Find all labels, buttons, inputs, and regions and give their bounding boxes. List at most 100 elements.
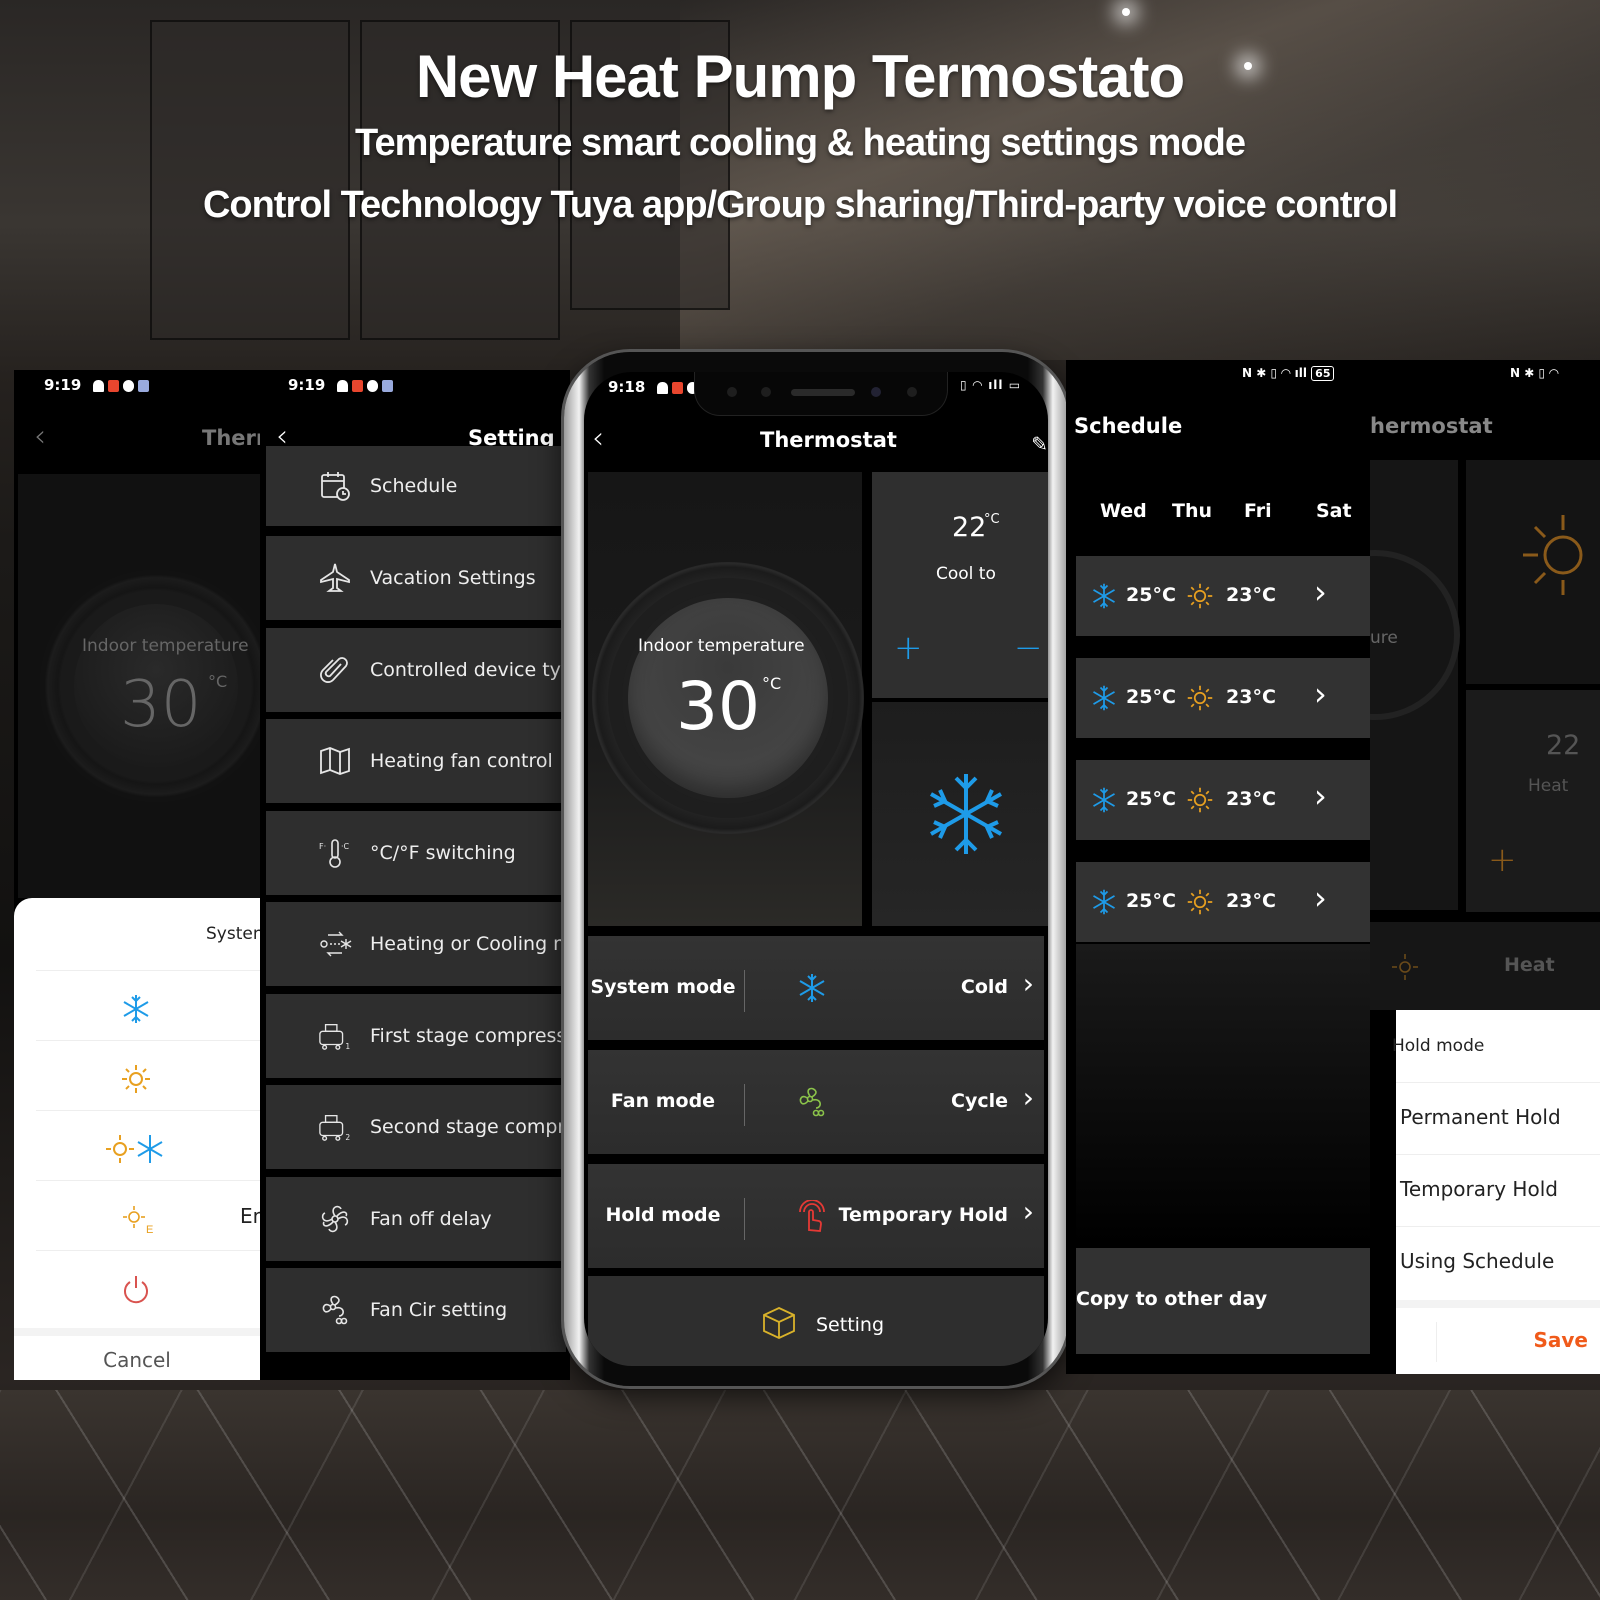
notification-icons bbox=[336, 379, 393, 392]
settings-item[interactable]: Fan Cir setting bbox=[266, 1268, 566, 1352]
setting-screen: 9:19 ‹ Setting Schedule Vacation Settings… bbox=[260, 370, 570, 1380]
decrease-button[interactable]: − bbox=[1014, 628, 1043, 668]
mode-option-cool[interactable] bbox=[36, 970, 260, 1040]
nav-title: Thermostat bbox=[760, 428, 897, 452]
mode-icon-tile bbox=[1466, 460, 1600, 684]
sensor-dot bbox=[761, 387, 771, 397]
svg-text:E: E bbox=[146, 1224, 153, 1235]
mode-row-fan-mode[interactable]: Fan mode Cycle › bbox=[588, 1050, 1044, 1154]
banner-subtitle: Temperature smart cooling & heating sett… bbox=[355, 122, 1246, 164]
system-status-icons: N ✱ ▯ ◠ ıll bbox=[1242, 366, 1312, 380]
settings-item[interactable]: Vacation Settings bbox=[266, 536, 566, 620]
chevron-right-icon: › bbox=[1314, 573, 1327, 611]
system-mode-row[interactable]: Heat bbox=[1370, 922, 1600, 1010]
indoor-temp-tile: Indoor temperature 30 °C bbox=[18, 474, 260, 898]
hold-option[interactable]: Using Schedule bbox=[1396, 1226, 1600, 1298]
settings-item[interactable]: Schedule bbox=[266, 446, 566, 526]
svg-text:1: 1 bbox=[345, 1042, 350, 1051]
day-tab[interactable]: Thu bbox=[1172, 500, 1212, 522]
save-button[interactable]: Save bbox=[1533, 1328, 1588, 1352]
touch-hold-icon bbox=[796, 1199, 828, 1238]
mode-row-system-mode[interactable]: System mode Cold › bbox=[588, 936, 1044, 1040]
indoor-temp-tile: Indoor temperature 30 °C bbox=[588, 472, 864, 926]
mode-option-auto[interactable] bbox=[36, 1110, 260, 1180]
mode-option-off[interactable] bbox=[36, 1250, 260, 1320]
settings-item-label: Heating or Cooling mo bbox=[370, 933, 570, 955]
hold-option-label: Temporary Hold bbox=[1400, 1177, 1558, 1201]
status-time: 9:19 bbox=[44, 376, 82, 394]
calendar-clock-icon bbox=[318, 469, 352, 503]
nav-title: hermostat bbox=[1370, 414, 1493, 438]
current-mode-tile bbox=[872, 702, 1048, 926]
settings-item[interactable]: Fan off delay bbox=[266, 1176, 566, 1261]
svg-text:·C: ·C bbox=[341, 842, 350, 851]
mode-row-hold-mode[interactable]: Hold mode Temporary Hold › bbox=[588, 1164, 1044, 1268]
compressor-2-icon: 2 bbox=[318, 1110, 352, 1144]
mode-value: Heat bbox=[1504, 954, 1555, 976]
day-tab[interactable]: Fri bbox=[1244, 500, 1272, 522]
setpoint-label: Cool to bbox=[936, 564, 996, 584]
marble-floor bbox=[0, 1390, 1600, 1600]
status-time: 9:18 bbox=[608, 378, 646, 396]
schedule-period-row[interactable]: 25°C 23°C › bbox=[1076, 760, 1370, 840]
settings-item[interactable]: F· ·C °C/°F switching bbox=[266, 810, 566, 895]
settings-item-label: Vacation Settings bbox=[370, 567, 536, 589]
mode-option-emergency[interactable]: E Eme bbox=[36, 1180, 260, 1250]
day-tab[interactable]: Sat bbox=[1316, 500, 1352, 522]
snowflake-icon bbox=[1093, 583, 1115, 609]
mode-option-heat[interactable] bbox=[36, 1040, 260, 1110]
schedule-period-row[interactable]: 25°C 23°C › bbox=[1076, 658, 1370, 738]
increase-button[interactable]: + bbox=[1488, 840, 1517, 880]
chevron-right-icon: › bbox=[1314, 777, 1327, 815]
indoor-label-partial: ure bbox=[1370, 628, 1398, 648]
settings-item[interactable]: Controlled device type bbox=[266, 627, 570, 712]
notification-icons bbox=[656, 381, 698, 394]
schedule-period-row[interactable]: 25°C 23°C › bbox=[1076, 862, 1370, 942]
speaker bbox=[791, 389, 855, 396]
mode-option-label: Eme bbox=[240, 1203, 260, 1228]
hold-option-label: Using Schedule bbox=[1400, 1249, 1555, 1273]
heat-setpoint: 23°C bbox=[1226, 890, 1276, 912]
settings-item[interactable]: 2 Second stage compres bbox=[266, 1085, 570, 1169]
banner-tagline: Control Technology Tuya app/Group sharin… bbox=[202, 184, 1398, 226]
edit-icon[interactable]: ✎ bbox=[1031, 432, 1048, 456]
sensor-dot bbox=[907, 387, 917, 397]
hold-option[interactable]: Permanent Hold bbox=[1396, 1082, 1600, 1154]
sun-icon bbox=[1187, 787, 1213, 813]
back-button[interactable]: ‹ bbox=[592, 424, 604, 454]
divider bbox=[744, 1084, 745, 1126]
heat-setpoint: 23°C bbox=[1226, 788, 1276, 810]
back-button[interactable]: ‹ bbox=[34, 422, 46, 452]
setpoint-unit: °C bbox=[984, 512, 1000, 527]
settings-item[interactable]: 1 First stage compressor bbox=[266, 993, 570, 1078]
emergency-heat-icon: E bbox=[123, 1206, 153, 1235]
sun-icon bbox=[1523, 515, 1583, 595]
cancel-button[interactable]: Cancel bbox=[14, 1328, 260, 1380]
settings-item[interactable]: Heating fan control bbox=[266, 719, 566, 803]
day-tab[interactable]: Wed bbox=[1100, 500, 1147, 522]
schedule-period-row[interactable]: 25°C 23°C › bbox=[1076, 556, 1370, 636]
indoor-temp-label: Indoor temperature bbox=[82, 636, 249, 656]
setting-button[interactable]: Setting bbox=[588, 1276, 1044, 1366]
status-bar: N ✱ ▯ ◠ bbox=[1510, 366, 1559, 380]
banner-title: New Heat Pump Termostato bbox=[415, 43, 1185, 110]
mode-row-label: System mode bbox=[590, 976, 736, 998]
ceiling-light bbox=[1122, 8, 1130, 16]
settings-item[interactable]: Heating or Cooling mo bbox=[266, 902, 570, 986]
sun-snowflake-icon bbox=[106, 1135, 163, 1163]
chevron-right-icon: › bbox=[1022, 967, 1034, 1000]
nav-title: Therr bbox=[202, 426, 260, 450]
settings-item-label: Heating fan control bbox=[370, 750, 553, 772]
snowflake-icon bbox=[123, 995, 149, 1023]
hold-option[interactable]: Temporary Hold bbox=[1396, 1154, 1600, 1226]
status-bar: 9:18 bbox=[608, 378, 698, 396]
hold-mode-sheet: Hold mode Permanent Hold Temporary Hold Us… bbox=[1392, 1010, 1600, 1374]
increase-button[interactable]: + bbox=[894, 628, 923, 668]
setpoint-tile: 22 °C Cool to + − bbox=[872, 472, 1048, 698]
cool-setpoint: 25°C bbox=[1126, 584, 1176, 606]
copy-to-other-day-button[interactable]: Copy to other day bbox=[1076, 1248, 1370, 1354]
status-bar: 9:19 bbox=[44, 376, 149, 394]
sun-icon bbox=[122, 1065, 150, 1093]
settings-item-label: Controlled device type bbox=[370, 658, 570, 681]
notch bbox=[694, 372, 948, 416]
